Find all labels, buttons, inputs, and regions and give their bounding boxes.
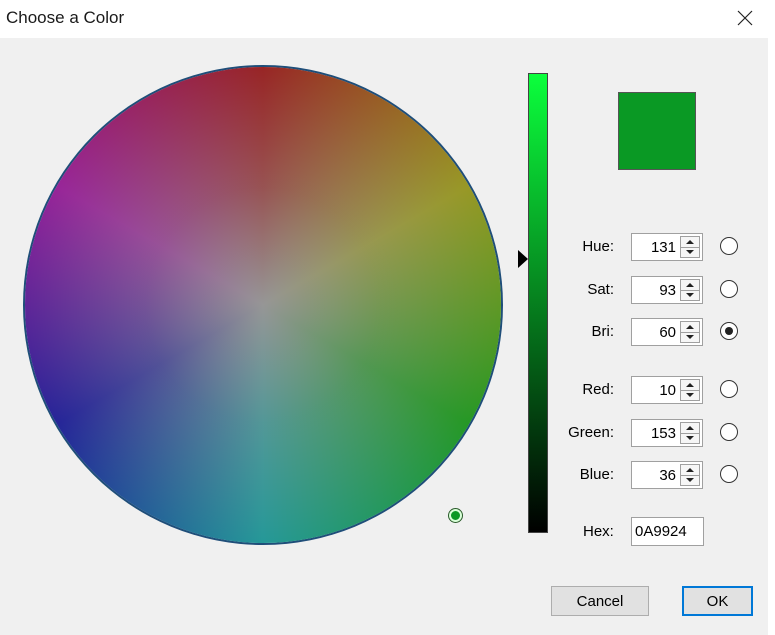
blue-row: Blue: 36 bbox=[560, 460, 760, 490]
bri-label: Bri: bbox=[591, 323, 615, 340]
hue-value: 131 bbox=[650, 239, 676, 256]
hue-field[interactable]: 131 bbox=[631, 233, 703, 261]
bri-value: 60 bbox=[659, 324, 676, 341]
sat-radio[interactable] bbox=[720, 280, 738, 298]
hue-spinner[interactable] bbox=[680, 236, 700, 258]
red-field[interactable]: 10 bbox=[631, 376, 703, 404]
hue-radio[interactable] bbox=[720, 237, 738, 255]
red-row: Red: 10 bbox=[560, 375, 760, 405]
ok-button[interactable]: OK bbox=[682, 586, 753, 616]
bri-down-arrow-icon[interactable] bbox=[681, 332, 699, 342]
close-button[interactable] bbox=[728, 0, 762, 36]
sat-spinner[interactable] bbox=[680, 279, 700, 301]
sat-down-arrow-icon[interactable] bbox=[681, 290, 699, 300]
bri-spinner[interactable] bbox=[680, 321, 700, 343]
red-value: 10 bbox=[659, 382, 676, 399]
bri-row: Bri: 60 bbox=[560, 317, 760, 347]
sat-row: Sat: 93 bbox=[560, 275, 760, 305]
blue-value: 36 bbox=[659, 467, 676, 484]
saturation-overlay bbox=[25, 67, 501, 543]
green-value: 153 bbox=[650, 425, 676, 442]
blue-label: Blue: bbox=[579, 466, 614, 483]
sat-field[interactable]: 93 bbox=[631, 276, 703, 304]
brightness-slider-handle[interactable] bbox=[518, 250, 528, 268]
sat-label: Sat: bbox=[587, 281, 614, 298]
blue-spinner[interactable] bbox=[680, 464, 700, 486]
hue-row: Hue: 131 bbox=[560, 232, 760, 262]
color-preview bbox=[618, 92, 696, 170]
red-label: Red: bbox=[582, 381, 614, 398]
title-bar: Choose a Color bbox=[0, 0, 775, 38]
cancel-button[interactable]: Cancel bbox=[551, 586, 649, 616]
green-spinner[interactable] bbox=[680, 422, 700, 444]
window-edge bbox=[768, 38, 775, 635]
green-label: Green: bbox=[568, 424, 614, 441]
blue-radio[interactable] bbox=[720, 465, 738, 483]
brightness-slider[interactable] bbox=[528, 73, 548, 533]
blue-down-arrow-icon[interactable] bbox=[681, 475, 699, 485]
bri-field[interactable]: 60 bbox=[631, 318, 703, 346]
close-icon bbox=[737, 10, 753, 26]
color-wheel[interactable] bbox=[25, 67, 501, 543]
blue-field[interactable]: 36 bbox=[631, 461, 703, 489]
red-radio[interactable] bbox=[720, 380, 738, 398]
red-spinner[interactable] bbox=[680, 379, 700, 401]
hue-label: Hue: bbox=[582, 238, 614, 255]
bri-radio[interactable] bbox=[720, 322, 738, 340]
green-row: Green: 153 bbox=[560, 418, 760, 448]
hex-label: Hex: bbox=[583, 523, 614, 540]
green-radio[interactable] bbox=[720, 423, 738, 441]
sat-value: 93 bbox=[659, 282, 676, 299]
dialog-title: Choose a Color bbox=[6, 8, 125, 27]
color-wheel-marker[interactable] bbox=[449, 509, 462, 522]
green-field[interactable]: 153 bbox=[631, 419, 703, 447]
hex-value: 0A9924 bbox=[635, 523, 687, 540]
hex-field[interactable]: 0A9924 bbox=[631, 517, 704, 546]
green-down-arrow-icon[interactable] bbox=[681, 433, 699, 443]
red-down-arrow-icon[interactable] bbox=[681, 390, 699, 400]
hue-down-arrow-icon[interactable] bbox=[681, 247, 699, 257]
